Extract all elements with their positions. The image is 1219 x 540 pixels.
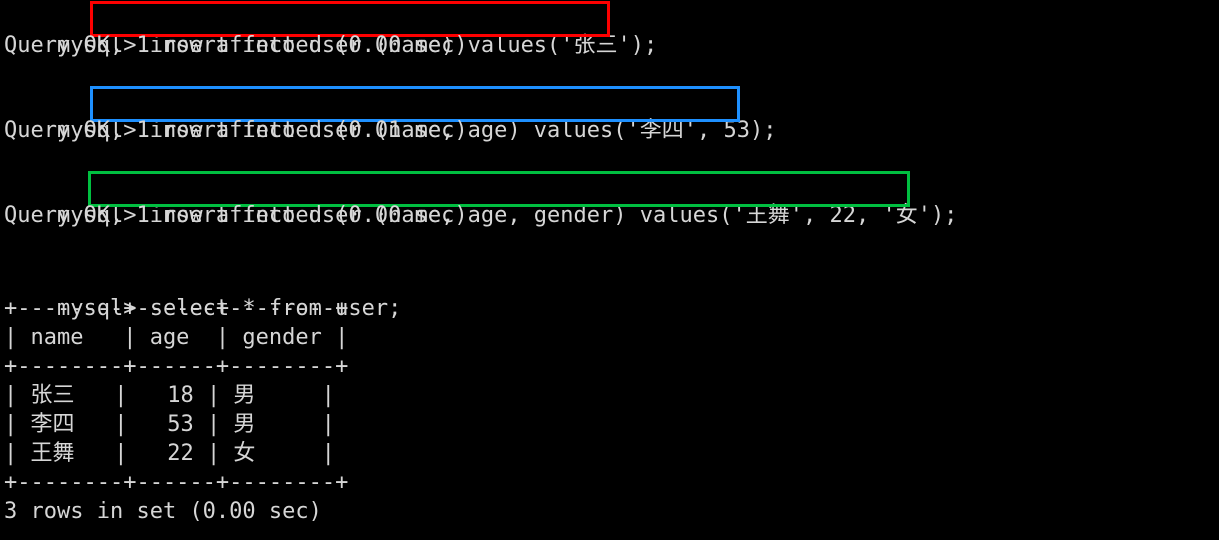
table-rule-mid: +--------+------+--------+ bbox=[4, 354, 349, 379]
select-footer-rowcount: 3 rows in set (0.00 sec) bbox=[4, 499, 322, 524]
table-row: | 李四 | 53 | 男 | bbox=[4, 412, 335, 437]
table-rule-bottom: +--------+------+--------+ bbox=[4, 470, 349, 495]
table-rule-top: +--------+------+--------+ bbox=[4, 296, 349, 321]
result-line-2: Query OK, 1 row affected (0.01 sec) bbox=[4, 118, 468, 143]
result-line-3: Query OK, 1 row affected (0.00 sec) bbox=[4, 203, 468, 228]
terminal-window[interactable]: mysql> insert into user (name) values('张… bbox=[0, 0, 1219, 540]
table-row: | 王舞 | 22 | 女 | bbox=[4, 441, 335, 466]
table-header-row: | name | age | gender | bbox=[4, 325, 349, 350]
result-line-1: Query OK, 1 row affected (0.00 sec) bbox=[4, 33, 468, 58]
table-row: | 张三 | 18 | 男 | bbox=[4, 383, 335, 408]
